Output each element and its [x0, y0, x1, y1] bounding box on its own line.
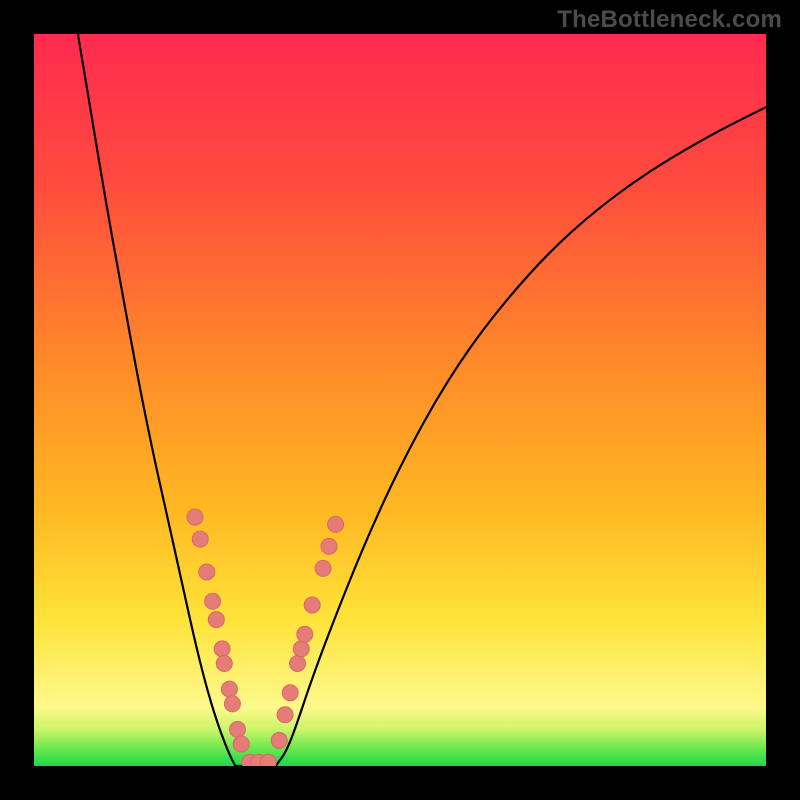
data-dot [208, 612, 224, 628]
data-dot [216, 656, 232, 672]
data-dot [293, 641, 309, 657]
data-dot [214, 641, 230, 657]
data-dot [260, 754, 276, 766]
chart-svg [34, 34, 766, 766]
watermark-text: TheBottleneck.com [557, 6, 782, 34]
data-dot [328, 516, 344, 532]
data-dot [304, 597, 320, 613]
bottleneck-curve [78, 34, 766, 766]
data-dot [230, 721, 246, 737]
data-dot [297, 626, 313, 642]
data-dot [224, 696, 240, 712]
data-dot [187, 509, 203, 525]
data-dot [321, 538, 337, 554]
data-dot [221, 681, 237, 697]
data-dot [271, 732, 287, 748]
data-dot [282, 685, 298, 701]
chart-frame: TheBottleneck.com [0, 0, 800, 800]
data-dot [315, 560, 331, 576]
data-dot [205, 593, 221, 609]
data-dot [199, 564, 215, 580]
chart-plot-area [34, 34, 766, 766]
data-dot [233, 736, 249, 752]
data-dot [277, 707, 293, 723]
data-dot [290, 656, 306, 672]
data-dot [192, 531, 208, 547]
